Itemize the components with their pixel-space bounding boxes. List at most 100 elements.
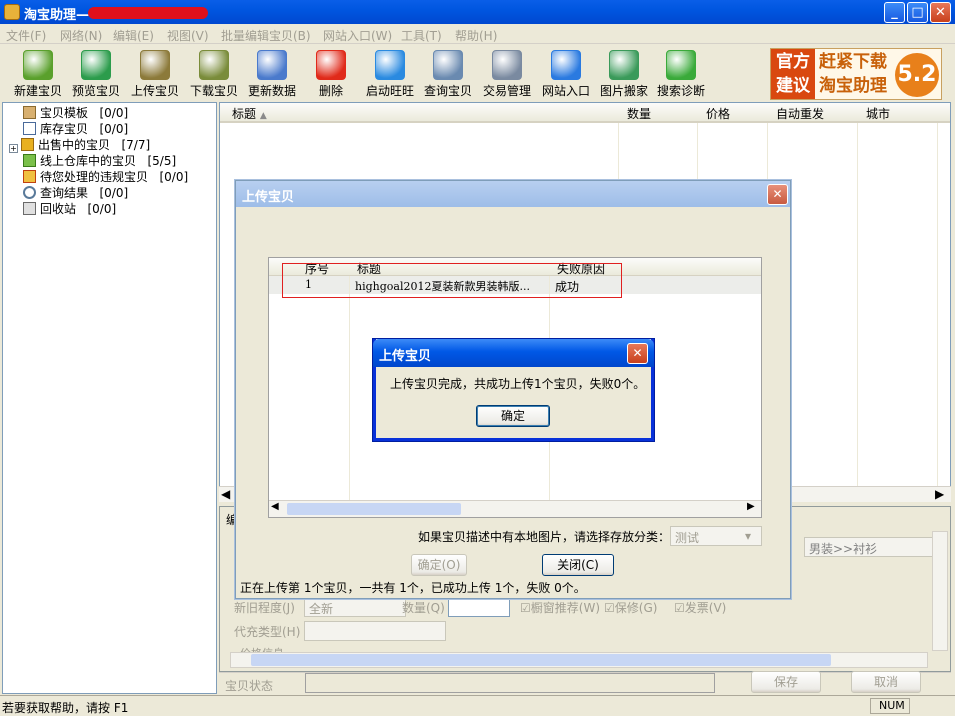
tree-item-online-warehouse[interactable]: 线上仓库中的宝贝 [5/5] — [23, 152, 176, 168]
scroll-left-icon[interactable]: ◀ — [271, 501, 279, 512]
menu-batch-edit[interactable]: 批量编辑宝贝(B) — [221, 27, 311, 44]
preview-icon — [81, 50, 111, 80]
redaction-mark — [88, 7, 208, 19]
confirm-message: 上传宝贝完成，共成功上传1个宝贝，失败0个。 — [390, 377, 646, 391]
toolbar-update-button[interactable]: 更新数据 — [244, 50, 300, 99]
showcase-checkbox[interactable]: ☑橱窗推荐(W) — [520, 599, 600, 616]
warehouse-icon — [23, 122, 36, 135]
item-status-label: 宝贝状态 — [225, 679, 274, 693]
grid-header-price[interactable]: 价格 — [706, 105, 730, 122]
delete-icon — [316, 50, 346, 80]
tree-item-recycle-bin[interactable]: 回收站 [0/0] — [23, 200, 116, 216]
toolbar-download-button[interactable]: 下载宝贝 — [186, 50, 242, 99]
window-title: 淘宝助理— — [24, 8, 90, 23]
image-category-select[interactable]: 测试 ▾ — [670, 526, 762, 546]
scroll-right-icon[interactable]: ▶ — [747, 501, 755, 512]
on-sale-icon — [21, 138, 34, 151]
close-button[interactable]: 关闭(C) — [542, 554, 614, 576]
recharge-type-select[interactable] — [304, 621, 446, 641]
recharge-type-label: 代充类型(H) — [234, 625, 301, 639]
save-button[interactable]: 保存 — [751, 671, 821, 693]
grid-header-quantity[interactable]: 数量 — [627, 105, 651, 122]
menu-tools[interactable]: 工具(T) — [401, 27, 442, 44]
detail-vertical-scrollbar[interactable] — [932, 531, 948, 651]
detail-horizontal-scrollbar[interactable] — [230, 652, 928, 668]
condition-select[interactable]: 全新 — [304, 597, 406, 617]
violation-icon — [23, 170, 36, 183]
tree-item-template[interactable]: 宝贝模板 [0/0] — [23, 104, 128, 120]
toolbar-diagnose-button[interactable]: 搜索诊断 — [653, 50, 709, 99]
grid-header-title[interactable]: 标题 ▲ — [232, 105, 267, 122]
toolbar-label: 搜索诊断 — [656, 84, 705, 98]
confirm-ok-button[interactable]: 确定 — [476, 405, 550, 427]
scroll-right-icon[interactable]: ▶ — [935, 487, 944, 501]
item-status-field — [305, 673, 715, 693]
scroll-thumb[interactable] — [287, 503, 461, 515]
minimize-button[interactable]: _ — [884, 2, 905, 23]
help-hint: 若要获取帮助，请按 F1 — [2, 701, 129, 715]
scroll-left-icon[interactable]: ◀ — [221, 487, 230, 501]
warranty-checkbox[interactable]: ☑保修(G) — [604, 599, 657, 616]
ie-icon — [551, 50, 581, 80]
category-field[interactable]: 男装>>衬衫 — [804, 537, 934, 557]
toolbar-delete-button[interactable]: 删除 — [303, 50, 359, 99]
toolbar-picture-move-button[interactable]: 图片搬家 — [596, 50, 652, 99]
menu-website[interactable]: 网站入口(W) — [323, 27, 392, 44]
toolbar-preview-button[interactable]: 预览宝贝 — [68, 50, 124, 99]
tree-item-violation[interactable]: 待您处理的违规宝贝 [0/0] — [23, 168, 188, 184]
search-icon — [433, 50, 463, 80]
menu-network[interactable]: 网络(N) — [60, 27, 102, 44]
close-button[interactable]: ✕ — [930, 2, 951, 23]
upload-progress-text: 正在上传第 1个宝贝，一共有 1个，已成功上传 1个，失败 0个。 — [240, 581, 586, 595]
menu-file[interactable]: 文件(F) — [6, 27, 46, 44]
toolbar-upload-button[interactable]: 上传宝贝 — [127, 50, 183, 99]
toolbar-label: 更新数据 — [247, 84, 296, 98]
tree-item-count: [0/0] — [99, 122, 129, 136]
toolbar-wangwang-button[interactable]: 启动旺旺 — [362, 50, 418, 99]
grid-header: 标题 ▲ 数量 价格 自动重发 城市 — [220, 103, 950, 123]
grid-header-city[interactable]: 城市 — [866, 105, 890, 122]
new-item-icon — [23, 50, 53, 80]
menu-view[interactable]: 视图(V) — [167, 27, 209, 44]
toolbar-website-button[interactable]: 网站入口 — [538, 50, 594, 99]
maximize-button[interactable]: □ — [907, 2, 928, 23]
ad-text-line2: 淘宝助理 — [819, 76, 887, 96]
menu-edit[interactable]: 编辑(E) — [113, 27, 154, 44]
scroll-thumb[interactable] — [251, 654, 831, 666]
quantity-input[interactable] — [448, 597, 510, 617]
toolbar-label: 图片搬家 — [599, 84, 648, 98]
upload-dialog-title: 上传宝贝 — [242, 190, 295, 205]
grid-header-auto-relist[interactable]: 自动重发 — [776, 105, 824, 122]
grid-divider — [937, 123, 938, 489]
list-horizontal-scrollbar[interactable]: ◀ ▶ — [269, 500, 761, 517]
confirm-dialog-titlebar[interactable]: 上传宝贝 ✕ — [373, 339, 654, 367]
chevron-down-icon: ▾ — [745, 529, 752, 543]
tree-item-label: 回收站 — [40, 202, 77, 216]
toolbar-new-item-button[interactable]: 新建宝贝 — [10, 50, 66, 99]
close-icon[interactable]: ✕ — [767, 184, 788, 205]
template-icon — [23, 106, 36, 119]
ok-button[interactable]: 确定(O) — [411, 554, 467, 576]
tree-item-search-result[interactable]: 查询结果 [0/0] — [23, 184, 128, 200]
list-divider — [349, 276, 350, 500]
category-tree: 宝贝模板 [0/0] 库存宝贝 [0/0] + 出售中的宝贝 [7/7] 线上仓库… — [2, 102, 217, 694]
cancel-button[interactable]: 取消 — [851, 671, 921, 693]
tree-item-count: [5/5] — [147, 154, 177, 168]
upload-dialog-titlebar[interactable]: 上传宝贝 ✕ — [236, 181, 790, 207]
menu-help[interactable]: 帮助(H) — [455, 27, 497, 44]
tree-item-on-sale[interactable]: + 出售中的宝贝 [7/7] — [9, 136, 150, 153]
toolbar-label: 上传宝贝 — [130, 84, 179, 98]
tree-item-count: [0/0] — [159, 170, 189, 184]
ad-banner[interactable]: 官方建议 赶紧下载 淘宝助理 5.2 — [770, 48, 942, 100]
ad-text: 赶紧下载 淘宝助理 — [819, 50, 887, 98]
tree-item-count: [0/0] — [99, 106, 129, 120]
close-icon[interactable]: ✕ — [627, 343, 648, 364]
invoice-checkbox[interactable]: ☑发票(V) — [674, 599, 726, 616]
search-result-icon — [23, 186, 36, 199]
toolbar-trade-button[interactable]: 交易管理 — [479, 50, 535, 99]
sort-asc-icon: ▲ — [259, 111, 267, 121]
tree-item-warehouse[interactable]: 库存宝贝 [0/0] — [23, 120, 128, 136]
toolbar-search-button[interactable]: 查询宝贝 — [420, 50, 476, 99]
expand-icon[interactable]: + — [9, 144, 18, 153]
online-warehouse-icon — [23, 154, 36, 167]
